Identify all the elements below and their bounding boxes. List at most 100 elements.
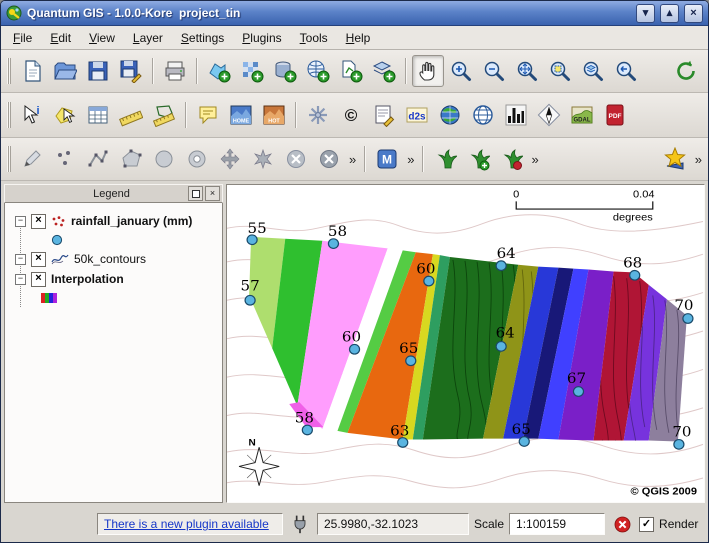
new-vector-layer-button[interactable] bbox=[335, 55, 367, 87]
save-project-as-button[interactable] bbox=[115, 55, 147, 87]
add-ring-button[interactable] bbox=[181, 143, 213, 175]
map-canvas[interactable]: 0 0.04 degrees N © QGIS 2009 bbox=[226, 184, 705, 503]
minimize-button[interactable]: ▾ bbox=[636, 4, 655, 23]
simplify-feature-button[interactable] bbox=[148, 143, 180, 175]
show-bookmarks-button[interactable]: HOT bbox=[258, 99, 290, 131]
map-point-label: 65 bbox=[399, 340, 418, 357]
menu-edit[interactable]: Edit bbox=[41, 28, 80, 48]
raster-histogram-button[interactable] bbox=[500, 99, 532, 131]
capture-polygon-button[interactable] bbox=[115, 143, 147, 175]
map-tips-button[interactable] bbox=[192, 99, 224, 131]
expander-icon[interactable]: − bbox=[15, 254, 26, 265]
pan-map-button[interactable] bbox=[412, 55, 444, 87]
plugin-installer-button[interactable] bbox=[302, 99, 334, 131]
plugin-message-link[interactable]: There is a new plugin available bbox=[97, 513, 283, 535]
graticule-builder-button[interactable] bbox=[467, 99, 499, 131]
new-bookmark-button[interactable]: HOME bbox=[225, 99, 257, 131]
save-project-button[interactable] bbox=[82, 55, 114, 87]
scale-bar-start: 0 bbox=[513, 189, 519, 201]
render-checkbox[interactable]: ✓ bbox=[639, 517, 654, 532]
north-arrow-button[interactable] bbox=[533, 99, 565, 131]
zoom-out-button[interactable] bbox=[478, 55, 510, 87]
menu-file[interactable]: File bbox=[4, 28, 41, 48]
text-annotation-button[interactable] bbox=[368, 99, 400, 131]
add-layer-button[interactable] bbox=[368, 55, 400, 87]
toolbar-overflow-chevron[interactable]: » bbox=[692, 152, 705, 167]
cut-features-button[interactable] bbox=[313, 143, 345, 175]
new-project-button[interactable] bbox=[16, 55, 48, 87]
layer-checkbox[interactable]: × bbox=[31, 252, 46, 267]
print-composer-button[interactable] bbox=[159, 55, 191, 87]
stop-render-button[interactable] bbox=[610, 512, 634, 536]
menu-tools[interactable]: Tools bbox=[291, 28, 337, 48]
legend-close-button[interactable]: × bbox=[205, 186, 220, 201]
toolbar-handle[interactable] bbox=[7, 102, 12, 128]
zoom-in-button[interactable] bbox=[445, 55, 477, 87]
map-point-label: 64 bbox=[497, 245, 516, 262]
layer-label[interactable]: rainfall_january (mm) bbox=[71, 214, 192, 228]
toolbar-overflow-chevron[interactable]: » bbox=[404, 152, 417, 167]
menu-help[interactable]: Help bbox=[337, 28, 380, 48]
menu-settings[interactable]: Settings bbox=[172, 28, 233, 48]
layer-label[interactable]: 50k_contours bbox=[74, 252, 146, 266]
grass-open-mapset-button[interactable] bbox=[429, 143, 461, 175]
gdal-tools-button[interactable]: GDAL bbox=[566, 99, 598, 131]
layer-item-rainfall[interactable]: − × rainfall_january (mm) bbox=[7, 211, 220, 231]
layer-item-contours[interactable]: − × 50k_contours bbox=[7, 249, 220, 269]
open-attribute-table-button[interactable] bbox=[82, 99, 114, 131]
coordinate-display[interactable]: 25.9980,-32.1023 bbox=[317, 513, 469, 535]
grass-tools-button[interactable] bbox=[495, 143, 527, 175]
toolbar-overflow-chevron[interactable]: » bbox=[346, 152, 359, 167]
zoom-to-selection-button[interactable] bbox=[544, 55, 576, 87]
menu-layer[interactable]: Layer bbox=[124, 28, 172, 48]
move-feature-button[interactable] bbox=[214, 143, 246, 175]
select-features-button[interactable] bbox=[49, 99, 81, 131]
plug-icon bbox=[290, 514, 310, 534]
refresh-button[interactable] bbox=[670, 55, 702, 87]
legend-float-button[interactable] bbox=[188, 186, 203, 201]
toggle-editing-button[interactable] bbox=[16, 143, 48, 175]
expander-icon[interactable]: − bbox=[15, 216, 26, 227]
delete-selected-button[interactable] bbox=[280, 143, 312, 175]
close-button[interactable]: × bbox=[684, 4, 703, 23]
add-vector-layer-button[interactable] bbox=[203, 55, 235, 87]
legend-body: − × rainfall_january (mm) − × 50k_contou… bbox=[4, 203, 223, 503]
grass-new-mapset-button[interactable] bbox=[462, 143, 494, 175]
svg-text:PDF: PDF bbox=[609, 113, 622, 120]
plugin-button[interactable] bbox=[288, 512, 312, 536]
capture-line-button[interactable] bbox=[82, 143, 114, 175]
layer-checkbox[interactable]: × bbox=[31, 272, 46, 287]
quick-print-button[interactable] bbox=[659, 143, 691, 175]
export-pdf-button[interactable]: PDF bbox=[599, 99, 631, 131]
zoom-last-button[interactable] bbox=[610, 55, 642, 87]
zoom-full-button[interactable] bbox=[511, 55, 543, 87]
georeferencer-button[interactable] bbox=[434, 99, 466, 131]
identify-button[interactable]: i bbox=[16, 99, 48, 131]
auto-label-button[interactable]: d2s bbox=[401, 99, 433, 131]
toolbar-handle[interactable] bbox=[7, 146, 12, 172]
menu-plugins[interactable]: Plugins bbox=[233, 28, 290, 48]
expander-icon[interactable]: − bbox=[15, 274, 26, 285]
node-tool-button[interactable] bbox=[247, 143, 279, 175]
maximize-button[interactable]: ▴ bbox=[660, 4, 679, 23]
title-bar[interactable]: Quantum GIS - 1.0.0-Kore project_tin ▾ ▴… bbox=[1, 1, 708, 26]
map-point-marker bbox=[496, 342, 506, 352]
mapserver-export-button[interactable]: M bbox=[371, 143, 403, 175]
layer-item-interpolation[interactable]: − × Interpolation bbox=[7, 269, 220, 289]
add-raster-layer-button[interactable] bbox=[236, 55, 268, 87]
toolbar-overflow-chevron[interactable]: » bbox=[528, 152, 541, 167]
layer-checkbox[interactable]: × bbox=[31, 214, 46, 229]
measure-line-button[interactable] bbox=[115, 99, 147, 131]
add-postgis-layer-button[interactable] bbox=[269, 55, 301, 87]
map-point-label: 57 bbox=[241, 278, 260, 295]
add-wms-layer-button[interactable] bbox=[302, 55, 334, 87]
open-project-button[interactable] bbox=[49, 55, 81, 87]
layer-label[interactable]: Interpolation bbox=[51, 272, 124, 286]
measure-area-button[interactable] bbox=[148, 99, 180, 131]
menu-view[interactable]: View bbox=[80, 28, 124, 48]
scale-input[interactable]: 1:100159 bbox=[509, 513, 605, 535]
copyright-label-button[interactable]: © bbox=[335, 99, 367, 131]
zoom-to-layer-button[interactable] bbox=[577, 55, 609, 87]
capture-point-button[interactable] bbox=[49, 143, 81, 175]
toolbar-handle[interactable] bbox=[7, 58, 12, 84]
